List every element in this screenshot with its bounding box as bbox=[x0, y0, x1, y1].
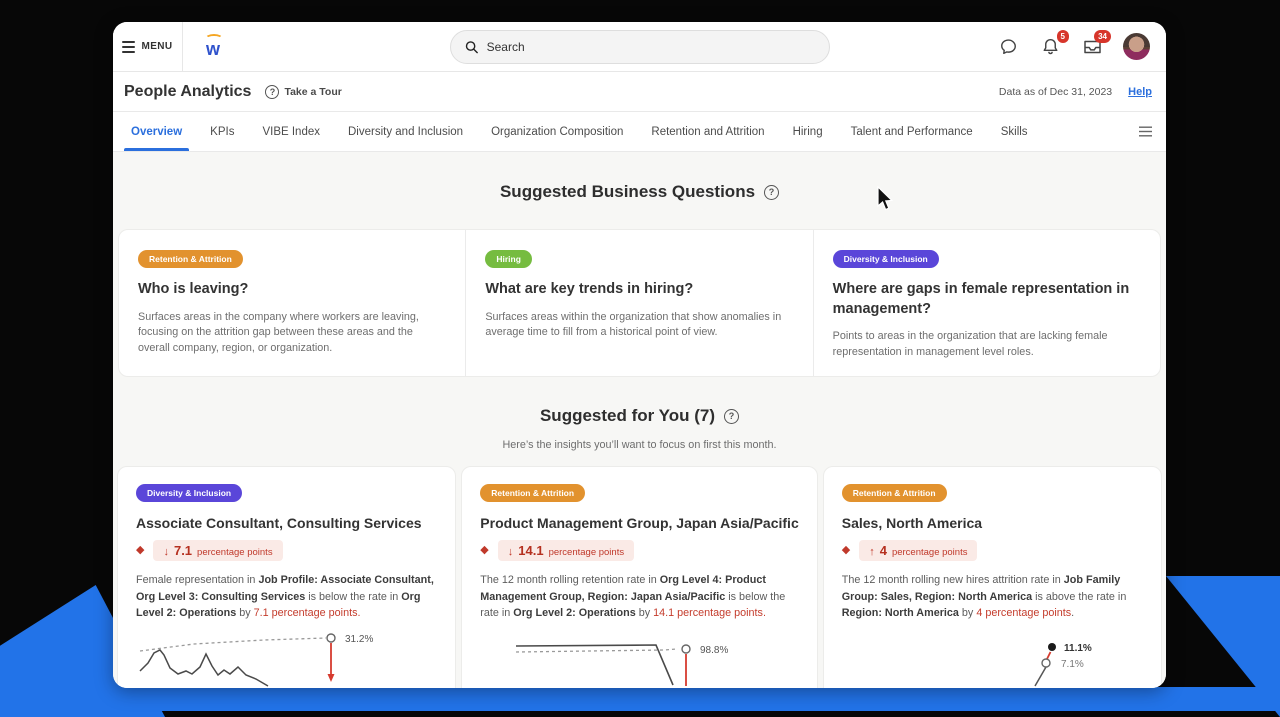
metric-value: 4 bbox=[880, 543, 887, 558]
question-circle-icon: ? bbox=[265, 85, 279, 99]
insight-card-associate-consultant[interactable]: Diversity & Inclusion Associate Consulta… bbox=[117, 466, 456, 688]
help-question-circle-icon[interactable]: ? bbox=[764, 185, 779, 200]
current-value-label: 11.1% bbox=[1064, 643, 1092, 654]
tab-retention-and-attrition[interactable]: Retention and Attrition bbox=[651, 112, 764, 151]
alert-diamond-icon: ◆ bbox=[480, 545, 488, 556]
take-a-tour-label: Take a Tour bbox=[284, 86, 341, 98]
category-badge: Retention & Attrition bbox=[138, 250, 243, 268]
suggested-for-you-heading: Suggested for You (7) ? bbox=[113, 377, 1166, 426]
category-badge: Diversity & Inclusion bbox=[136, 484, 242, 502]
app-window: MENU w 5 bbox=[113, 22, 1166, 688]
metric-row: ◆ ↓ 7.1 percentage points bbox=[136, 540, 437, 561]
page-header: People Analytics ? Take a Tour Data as o… bbox=[113, 72, 1166, 112]
benchmark-value-label: 7.1% bbox=[1061, 659, 1084, 670]
tab-diversity-and-inclusion[interactable]: Diversity and Inclusion bbox=[348, 112, 463, 151]
content-area: Suggested Business Questions ? Retention… bbox=[113, 152, 1166, 688]
metric-pill: ↓ 7.1 percentage points bbox=[153, 540, 282, 561]
menu-label: MENU bbox=[141, 41, 172, 52]
suggested-for-you-subtitle: Here’s the insights you’ll want to focus… bbox=[113, 439, 1166, 451]
search-input[interactable] bbox=[487, 40, 815, 54]
question-title: What are key trends in hiring? bbox=[485, 280, 790, 300]
suggested-for-you-title: Suggested for You (7) bbox=[540, 406, 715, 426]
alert-diamond-icon: ◆ bbox=[136, 545, 144, 556]
search-icon bbox=[465, 40, 478, 54]
take-a-tour-button[interactable]: ? Take a Tour bbox=[265, 85, 341, 99]
metric-row: ◆ ↑ 4 percentage points bbox=[842, 540, 1143, 561]
section-list-button[interactable] bbox=[1138, 112, 1153, 151]
metric-unit: percentage points bbox=[197, 547, 273, 558]
question-description: Surfaces areas within the organization t… bbox=[485, 310, 790, 341]
up-arrow-icon: ↑ bbox=[869, 546, 875, 558]
tab-bar: Overview KPIs VIBE Index Diversity and I… bbox=[113, 112, 1166, 152]
business-questions-title: Suggested Business Questions bbox=[500, 182, 755, 202]
benchmark-value-label: 31.2% bbox=[345, 634, 373, 645]
topbar-divider bbox=[182, 22, 183, 71]
decorative-blue-band bbox=[0, 687, 1280, 711]
business-questions-heading: Suggested Business Questions ? bbox=[113, 152, 1166, 202]
category-badge: Hiring bbox=[485, 250, 532, 268]
down-arrow-icon: ↓ bbox=[163, 546, 169, 558]
metric-value: 7.1 bbox=[174, 543, 192, 558]
inbox-count-badge: 34 bbox=[1094, 30, 1111, 43]
tab-overview[interactable]: Overview bbox=[131, 112, 182, 151]
insight-description: The 12 month rolling new hires attrition… bbox=[842, 572, 1143, 621]
inbox-button[interactable]: 34 bbox=[1081, 36, 1103, 58]
list-icon bbox=[1138, 125, 1153, 138]
top-bar: MENU w 5 bbox=[113, 22, 1166, 72]
tab-kpis[interactable]: KPIs bbox=[210, 112, 234, 151]
category-badge: Retention & Attrition bbox=[480, 484, 585, 502]
notifications-count-badge: 5 bbox=[1057, 30, 1069, 43]
sparkline-chart: 98.8% bbox=[478, 625, 798, 687]
metric-value: 14.1 bbox=[518, 543, 543, 558]
menu-button[interactable]: MENU bbox=[113, 22, 182, 71]
question-title: Who is leaving? bbox=[138, 280, 443, 300]
insight-cards-row: Diversity & Inclusion Associate Consulta… bbox=[117, 466, 1162, 688]
alert-diamond-icon: ◆ bbox=[842, 545, 850, 556]
metric-unit: percentage points bbox=[549, 547, 625, 558]
business-questions-panel: Retention & Attrition Who is leaving? Su… bbox=[118, 229, 1161, 377]
insight-title: Associate Consultant, Consulting Service… bbox=[136, 515, 437, 531]
tab-hiring[interactable]: Hiring bbox=[793, 112, 823, 151]
question-title: Where are gaps in female representation … bbox=[833, 280, 1133, 319]
tab-vibe-index[interactable]: VIBE Index bbox=[262, 112, 320, 151]
category-badge: Retention & Attrition bbox=[842, 484, 947, 502]
insight-title: Product Management Group, Japan Asia/Pac… bbox=[480, 515, 798, 531]
user-avatar[interactable] bbox=[1123, 33, 1150, 60]
down-arrow-icon: ↓ bbox=[508, 546, 514, 558]
metric-row: ◆ ↓ 14.1 percentage points bbox=[480, 540, 798, 561]
notifications-button[interactable]: 5 bbox=[1039, 36, 1061, 58]
metric-pill: ↓ 14.1 percentage points bbox=[498, 540, 634, 561]
tab-talent-and-performance[interactable]: Talent and Performance bbox=[851, 112, 973, 151]
sparkline-chart: 31.2% bbox=[134, 625, 454, 687]
hamburger-icon bbox=[122, 41, 135, 53]
benchmark-value-label: 98.8% bbox=[700, 645, 728, 656]
sparkline-chart: 11.1% 7.1% bbox=[840, 625, 1160, 687]
insight-description: The 12 month rolling retention rate in O… bbox=[480, 572, 798, 621]
data-as-of-label: Data as of Dec 31, 2023 bbox=[999, 86, 1112, 98]
help-question-circle-icon[interactable]: ? bbox=[724, 409, 739, 424]
global-search[interactable] bbox=[450, 30, 830, 64]
workday-logo-w: w bbox=[206, 40, 220, 58]
business-question-card-female-representation[interactable]: Diversity & Inclusion Where are gaps in … bbox=[814, 230, 1160, 376]
help-link[interactable]: Help bbox=[1128, 86, 1152, 98]
tab-organization-composition[interactable]: Organization Composition bbox=[491, 112, 623, 151]
chat-icon bbox=[999, 37, 1018, 56]
business-question-card-who-is-leaving[interactable]: Retention & Attrition Who is leaving? Su… bbox=[119, 230, 466, 376]
tab-skills[interactable]: Skills bbox=[1001, 112, 1028, 151]
question-description: Surfaces areas in the company where work… bbox=[138, 310, 443, 357]
insight-title: Sales, North America bbox=[842, 515, 1143, 531]
category-badge: Diversity & Inclusion bbox=[833, 250, 939, 268]
chat-button[interactable] bbox=[997, 36, 1019, 58]
business-question-card-hiring-trends[interactable]: Hiring What are key trends in hiring? Su… bbox=[466, 230, 813, 376]
workday-logo[interactable]: w bbox=[204, 34, 226, 60]
insight-card-product-management-group[interactable]: Retention & Attrition Product Management… bbox=[461, 466, 817, 688]
insight-card-sales-north-america[interactable]: Retention & Attrition Sales, North Ameri… bbox=[823, 466, 1162, 688]
question-description: Points to areas in the organization that… bbox=[833, 329, 1138, 360]
page-title: People Analytics bbox=[124, 83, 251, 101]
metric-unit: percentage points bbox=[892, 547, 968, 558]
insight-description: Female representation in Job Profile: As… bbox=[136, 572, 437, 621]
metric-pill: ↑ 4 percentage points bbox=[859, 540, 977, 561]
